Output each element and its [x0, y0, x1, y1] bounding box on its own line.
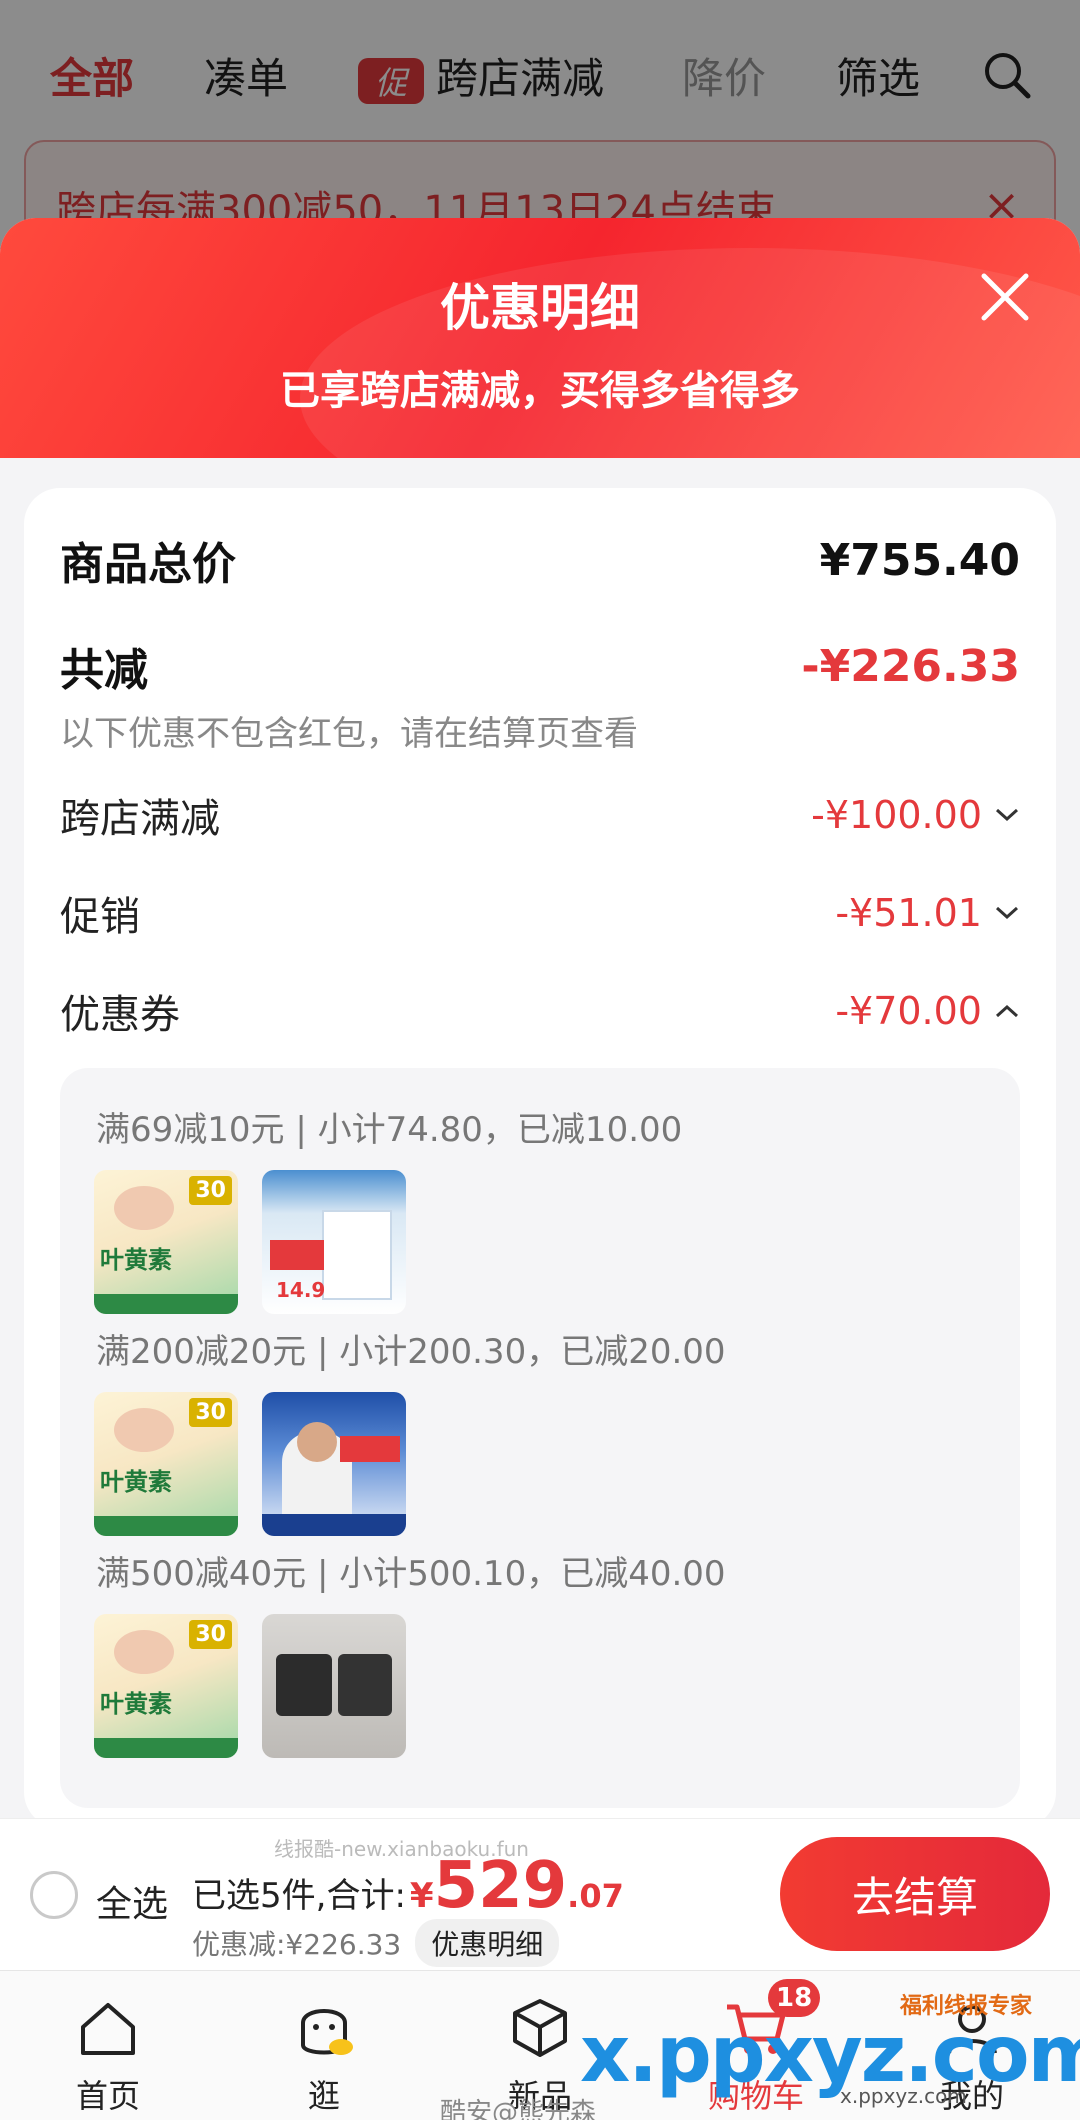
product-thumb-wellday[interactable]: 14.9: [262, 1170, 406, 1314]
select-all-label[interactable]: 全选: [96, 1875, 168, 1927]
discount-summary: 优惠减:¥226.33 优惠明细: [192, 1919, 560, 1967]
discount-value: -¥70.00: [835, 989, 982, 1033]
product-thumb-eye-mask[interactable]: 30 叶黄素: [94, 1614, 238, 1758]
sheet-title: 优惠明细: [440, 279, 640, 337]
tab-label: 逛: [307, 2077, 340, 2115]
discount-value: -¥51.01: [835, 891, 982, 935]
coupon-rule-text: 满69减10元 | 小计74.80，已减10.00: [96, 1110, 683, 1150]
tab-label: 首页: [75, 2077, 140, 2115]
tab-home[interactable]: 首页: [28, 1971, 188, 2120]
total-price-row: 商品总价 ¥755.40: [60, 528, 1020, 592]
chevron-down-icon: [995, 808, 1019, 822]
discount-detail-sheet: 优惠明细 已享跨店满减，买得多省得多 商品总价 ¥755.40 共减 -¥226…: [0, 218, 1080, 1818]
watermark-logo: x.ppxyz.com: [580, 2010, 1080, 2100]
sheet-subtitle: 已享跨店满减，买得多省得多: [280, 368, 800, 414]
chevron-up-icon: [995, 1004, 1019, 1018]
discount-label: 促销: [60, 894, 140, 940]
product-thumb-eye-mask[interactable]: 30 叶黄素: [94, 1170, 238, 1314]
watermark-url: x.ppxyz.com: [840, 2084, 967, 2108]
selected-count-label: 已选5件,合计:: [192, 1876, 406, 1916]
discount-row-promotion[interactable]: 促销 -¥51.01: [60, 884, 1020, 942]
discount-label: 优惠券: [60, 992, 180, 1038]
total-price-label: 商品总价: [60, 539, 236, 590]
discount-amount: 优惠减:¥226.33: [192, 1928, 402, 1961]
checkout-bar: 线报酷-new.xianbaoku.fun 全选 已选5件,合计: ¥ 529 …: [0, 1818, 1080, 1970]
total-reduce-label: 共减: [60, 645, 148, 696]
tab-browse[interactable]: 逛: [244, 1971, 404, 2120]
checkout-button[interactable]: 去结算: [780, 1837, 1050, 1951]
product-thumb-sink[interactable]: [262, 1614, 406, 1758]
browse-icon: [301, 2009, 353, 2055]
product-thumb-eye-drops[interactable]: [262, 1392, 406, 1536]
cube-icon: [513, 1999, 567, 2057]
home-icon: [81, 2003, 135, 2055]
discount-row-coupon[interactable]: 优惠券 -¥70.00: [60, 982, 1020, 1040]
close-icon[interactable]: [978, 270, 1032, 324]
watermark-author: 酷安@熊先森_: [440, 2098, 610, 2120]
total-integer: 529: [433, 1849, 568, 1923]
product-thumb-eye-mask[interactable]: 30 叶黄素: [94, 1392, 238, 1536]
select-all-checkbox[interactable]: [30, 1871, 78, 1919]
watermark-logo-text: x.ppxyz.com: [580, 2010, 1080, 2100]
selected-total: 已选5件,合计: ¥ 529 .07: [192, 1849, 624, 1923]
discount-detail-button[interactable]: 优惠明细: [415, 1919, 560, 1967]
coupon-detail-list: 满69减10元 | 小计74.80，已减10.00 30 叶黄素 14.9 满20…: [60, 1068, 1020, 1808]
total-reduce-value: -¥226.33: [801, 640, 1020, 692]
discount-hint: 以下优惠不包含红包，请在结算页查看: [60, 714, 638, 754]
total-currency: ¥: [409, 1876, 434, 1916]
chevron-down-icon: [995, 906, 1019, 920]
coupon-rule-text: 满500减40元 | 小计500.10，已减40.00: [96, 1554, 726, 1594]
discount-row-cross-store[interactable]: 跨店满减 -¥100.00: [60, 786, 1020, 844]
total-reduce-row: 共减 -¥226.33: [60, 634, 1020, 698]
total-decimal: .07: [567, 1877, 624, 1915]
total-price-value: ¥755.40: [819, 534, 1020, 586]
sheet-header: 优惠明细 已享跨店满减，买得多省得多: [0, 218, 1080, 548]
discount-value: -¥100.00: [811, 793, 982, 837]
discount-card: 商品总价 ¥755.40 共减 -¥226.33 以下优惠不包含红包，请在结算页…: [24, 488, 1056, 1818]
discount-label: 跨店满减: [60, 796, 220, 842]
coupon-rule-text: 满200减20元 | 小计200.30，已减20.00: [96, 1332, 726, 1372]
